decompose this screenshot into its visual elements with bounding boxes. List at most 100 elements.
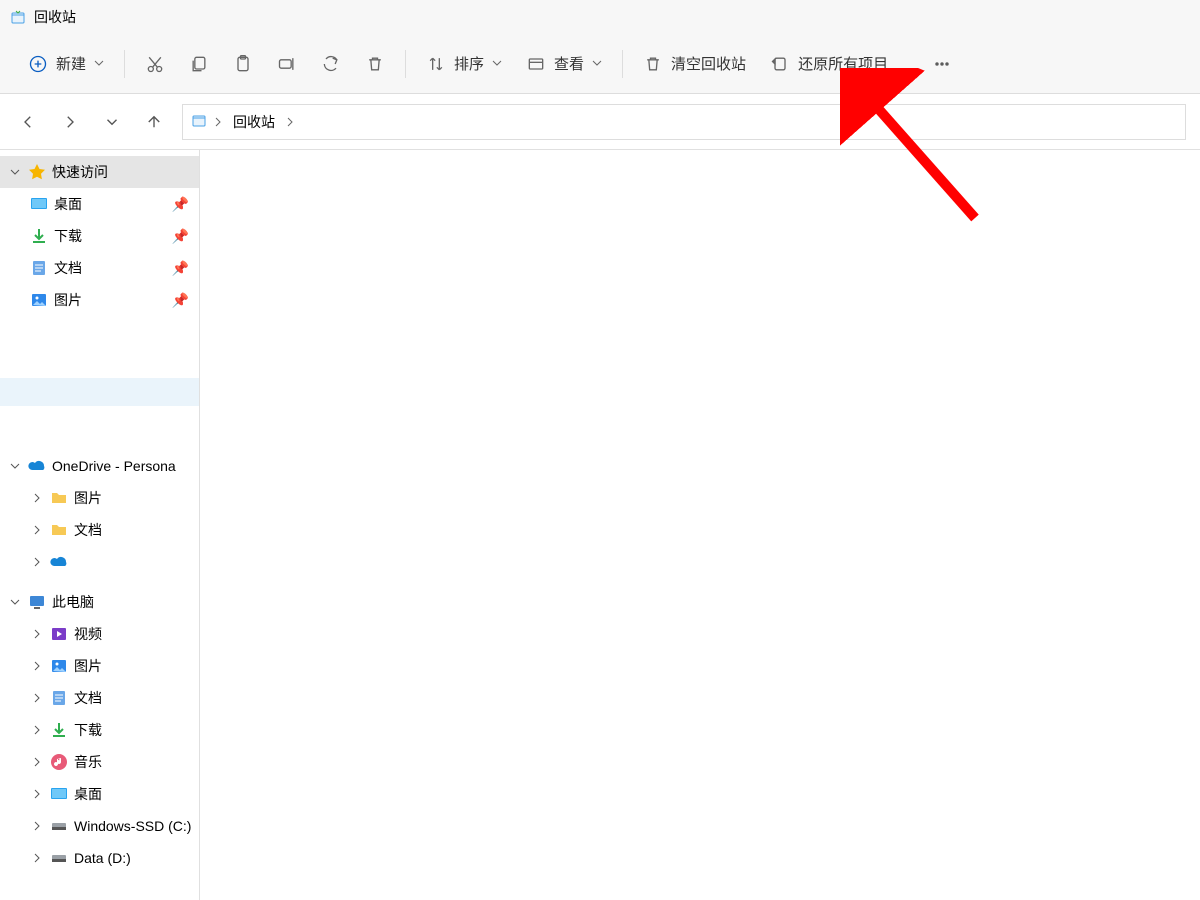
separator (405, 50, 406, 78)
sidebar-item-drive-c[interactable]: Windows-SSD (C:) (0, 810, 199, 842)
sidebar-label: 桌面 (74, 784, 102, 804)
sidebar-label: 文档 (74, 520, 102, 540)
document-icon (50, 689, 68, 707)
sidebar: 快速访问 桌面 📌 下载 📌 文档 📌 图片 📌 OneDrive - Pe (0, 150, 200, 900)
cut-button[interactable] (133, 44, 177, 84)
sidebar-label: 快速访问 (52, 162, 108, 182)
chevron-right-icon (285, 114, 295, 130)
sidebar-item-onedrive[interactable]: OneDrive - Persona (0, 450, 199, 482)
chevron-down-icon (8, 167, 22, 177)
forward-button[interactable] (56, 108, 84, 136)
pictures-icon (30, 291, 48, 309)
recycle-bin-icon (10, 9, 26, 25)
view-button[interactable]: 查看 (514, 44, 614, 84)
chevron-right-icon (30, 557, 44, 567)
sidebar-item-this-pc[interactable]: 此电脑 (0, 586, 199, 618)
chevron-right-icon (30, 693, 44, 703)
chevron-right-icon (30, 821, 44, 831)
sidebar-label: 音乐 (74, 752, 102, 772)
breadcrumb[interactable]: 回收站 (182, 104, 1186, 140)
history-dropdown-button[interactable] (98, 108, 126, 136)
sidebar-item-onedrive-documents[interactable]: 文档 (0, 514, 199, 546)
sidebar-label: 图片 (74, 656, 102, 676)
rename-button[interactable] (265, 44, 309, 84)
chevron-down-icon (8, 461, 22, 471)
sidebar-item-desktop[interactable]: 桌面 📌 (0, 188, 199, 220)
chevron-down-icon (94, 55, 104, 72)
paste-button[interactable] (221, 44, 265, 84)
sidebar-item-pc-documents[interactable]: 文档 (0, 682, 199, 714)
restore-all-label: 还原所有项目 (798, 53, 888, 74)
folder-icon (50, 521, 68, 539)
new-button[interactable]: 新建 (16, 44, 116, 84)
sidebar-item-onedrive-pictures[interactable]: 图片 (0, 482, 199, 514)
sidebar-item-pc-downloads[interactable]: 下载 (0, 714, 199, 746)
recycle-bin-icon (191, 112, 207, 131)
titlebar: 回收站 (0, 0, 1200, 34)
sidebar-item-pc-pictures[interactable]: 图片 (0, 650, 199, 682)
music-icon (50, 753, 68, 771)
sidebar-item-documents[interactable]: 文档 📌 (0, 252, 199, 284)
up-button[interactable] (140, 108, 168, 136)
separator (622, 50, 623, 78)
sidebar-item-pictures[interactable]: 图片 📌 (0, 284, 199, 316)
empty-recycle-bin-button[interactable]: 清空回收站 (631, 44, 758, 84)
share-button[interactable] (309, 44, 353, 84)
pin-icon: 📌 (172, 260, 189, 277)
more-button[interactable] (920, 44, 964, 84)
sidebar-item-blank[interactable] (0, 378, 199, 406)
sidebar-label: Windows-SSD (C:) (74, 818, 191, 834)
chevron-down-icon (8, 597, 22, 607)
sidebar-item-cloud[interactable] (0, 546, 199, 578)
pin-icon: 📌 (172, 228, 189, 245)
drive-icon (50, 849, 68, 867)
chevron-right-icon (213, 114, 223, 130)
new-button-label: 新建 (56, 53, 86, 74)
sidebar-item-videos[interactable]: 视频 (0, 618, 199, 650)
body: 快速访问 桌面 📌 下载 📌 文档 📌 图片 📌 OneDrive - Pe (0, 150, 1200, 900)
document-icon (30, 259, 48, 277)
download-icon (50, 721, 68, 739)
pin-icon: 📌 (172, 196, 189, 213)
sidebar-label: 此电脑 (52, 592, 94, 612)
desktop-icon (30, 195, 48, 213)
sidebar-label: 图片 (54, 290, 82, 310)
sidebar-label: 桌面 (54, 194, 82, 214)
sort-button[interactable]: 排序 (414, 44, 514, 84)
monitor-icon (28, 593, 46, 611)
sidebar-label: 图片 (74, 488, 102, 508)
chevron-right-icon (30, 789, 44, 799)
back-button[interactable] (14, 108, 42, 136)
pictures-icon (50, 657, 68, 675)
sidebar-item-music[interactable]: 音乐 (0, 746, 199, 778)
chevron-right-icon (30, 493, 44, 503)
chevron-right-icon (30, 757, 44, 767)
cloud-icon (28, 457, 46, 475)
chevron-right-icon (30, 525, 44, 535)
sidebar-label: 视频 (74, 624, 102, 644)
sidebar-item-drive-d[interactable]: Data (D:) (0, 842, 199, 874)
content-area[interactable] (200, 150, 1200, 900)
breadcrumb-item[interactable]: 回收站 (229, 110, 279, 134)
nav-row: 回收站 (0, 94, 1200, 150)
sidebar-label: 下载 (74, 720, 102, 740)
sidebar-label: 文档 (74, 688, 102, 708)
folder-icon (50, 489, 68, 507)
sidebar-item-pc-desktop[interactable]: 桌面 (0, 778, 199, 810)
copy-button[interactable] (177, 44, 221, 84)
sidebar-item-quick-access[interactable]: 快速访问 (0, 156, 199, 188)
sidebar-label: Data (D:) (74, 850, 131, 866)
sidebar-item-downloads[interactable]: 下载 📌 (0, 220, 199, 252)
separator (124, 50, 125, 78)
desktop-icon (50, 785, 68, 803)
drive-icon (50, 817, 68, 835)
video-icon (50, 625, 68, 643)
sidebar-label: 文档 (54, 258, 82, 278)
chevron-right-icon (30, 725, 44, 735)
delete-button[interactable] (353, 44, 397, 84)
restore-all-button[interactable]: 还原所有项目 (758, 44, 900, 84)
chevron-right-icon (30, 661, 44, 671)
chevron-down-icon (492, 55, 502, 72)
star-icon (28, 163, 46, 181)
toolbar: 新建 排序 查看 清空回收站 还原所有项目 (0, 34, 1200, 94)
